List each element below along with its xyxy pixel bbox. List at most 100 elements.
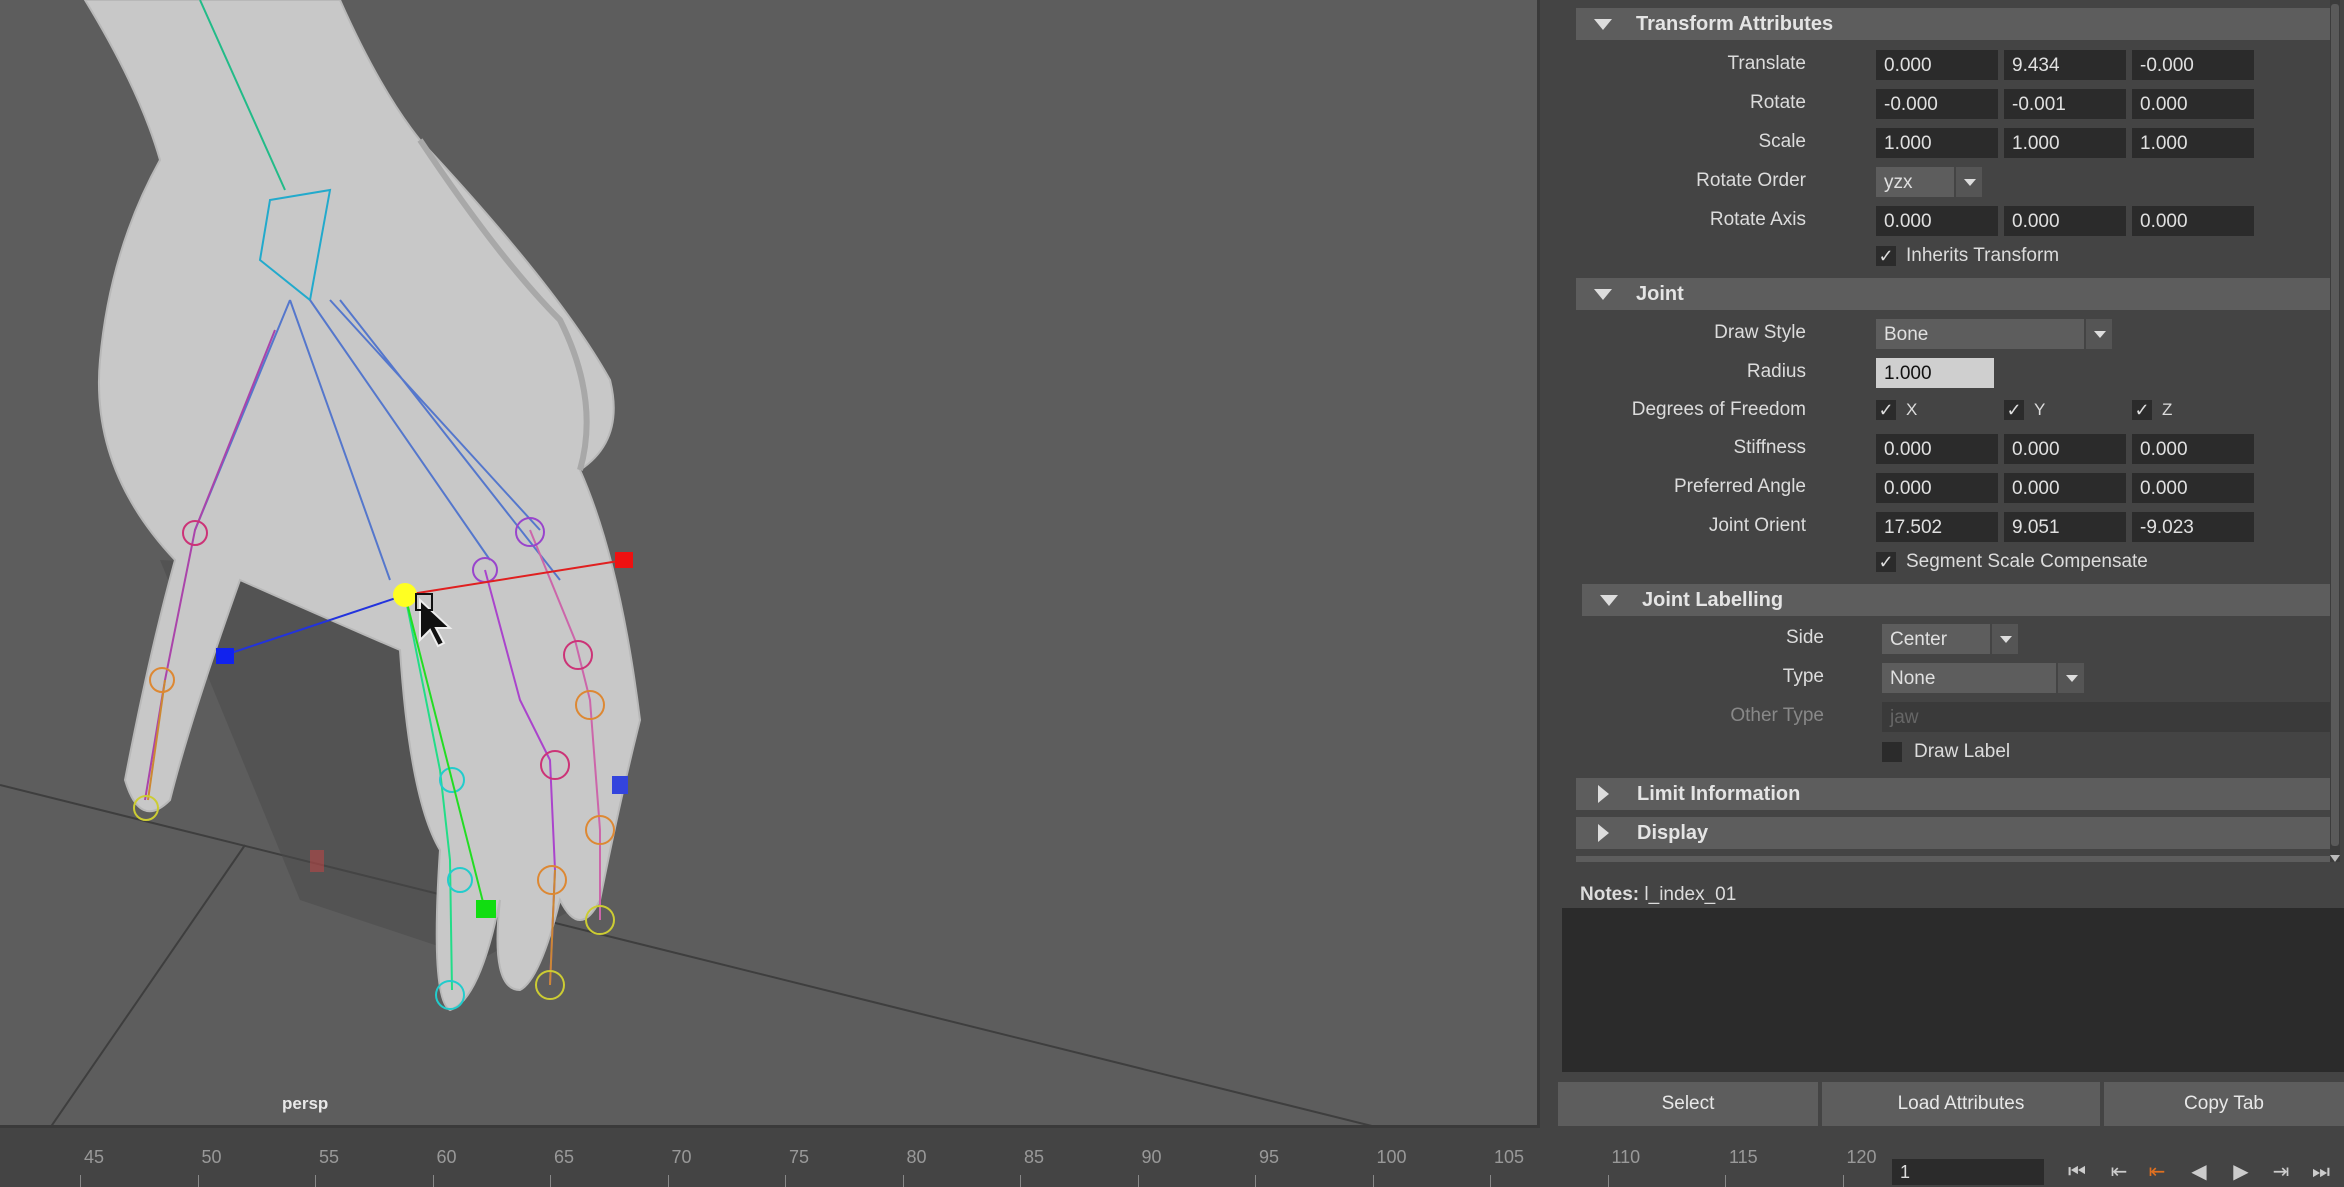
dof-y-checkbox[interactable]: ✓ <box>2004 400 2024 420</box>
step-forward-key-icon[interactable]: ⇥ <box>2266 1159 2296 1185</box>
rotate-axis-z-field[interactable]: 0.000 <box>2132 206 2254 236</box>
rotate-x-field[interactable]: -0.000 <box>1876 89 1998 119</box>
dof-z-checkbox[interactable]: ✓ <box>2132 400 2152 420</box>
radius-field[interactable]: 1.000 <box>1876 358 1994 388</box>
timeline-tick-label: 90 <box>1141 1147 1162 1167</box>
scale-y-field[interactable]: 1.000 <box>2004 128 2126 158</box>
time-slider[interactable]: 45 50 55 60 65 70 75 80 85 90 95 100 105 110 115 120 1 … <box>0 1131 2344 1187</box>
row-translate: Translate 0.000 9.434 -0.000 <box>1576 48 2332 82</box>
collapse-triangle-icon <box>1598 824 1609 842</box>
preferred-angle-z-field[interactable]: 0.000 <box>2132 473 2254 503</box>
expand-triangle-icon <box>1594 18 1612 30</box>
dof-x-checkbox[interactable]: ✓ <box>1876 400 1896 420</box>
scroll-down-icon[interactable] <box>2330 855 2340 862</box>
timeline-tick-label: 65 <box>554 1147 575 1167</box>
expand-triangle-icon <box>1600 594 1618 606</box>
timeline-tick-label: 85 <box>1024 1147 1045 1167</box>
dof-y-label: Y <box>2034 400 2046 419</box>
timeline-tick-label: 60 <box>436 1147 457 1167</box>
draw-style-value: Bone <box>1884 324 1929 345</box>
play-backwards-icon[interactable]: ◀ <box>2184 1159 2214 1185</box>
time-ruler[interactable]: 45 50 55 60 65 70 75 80 85 90 95 100 105 110 115 120 <box>0 1131 1880 1187</box>
section-limit-information[interactable]: Limit Information <box>1576 778 2332 810</box>
translate-label: Translate <box>1727 53 1807 74</box>
viewport-persp[interactable]: persp <box>0 0 1540 1128</box>
go-to-start-icon[interactable]: ⏮ <box>2062 1159 2092 1185</box>
joint-orient-y-field[interactable]: 9.051 <box>2004 512 2126 542</box>
rotate-order-dropdown[interactable]: yzx <box>1876 167 1982 197</box>
section-transform-attributes[interactable]: Transform Attributes <box>1576 8 2332 40</box>
row-rotate: Rotate -0.000 -0.001 0.000 <box>1576 87 2332 121</box>
translate-x-field[interactable]: 0.000 <box>1876 50 1998 80</box>
attribute-scroll-area[interactable]: Transform Attributes Translate 0.000 9.4… <box>1576 0 2336 862</box>
timeline-tick-label: 120 <box>1846 1147 1877 1167</box>
stiffness-y-field[interactable]: 0.000 <box>2004 434 2126 464</box>
timeline-tick <box>1725 1175 1726 1187</box>
row-type: Type None <box>1576 661 2332 695</box>
chevron-down-icon[interactable] <box>1954 167 1982 197</box>
timeline-tick <box>1020 1175 1021 1187</box>
play-forwards-icon[interactable]: ▶ <box>2226 1159 2256 1185</box>
current-frame-field[interactable]: 1 <box>1892 1159 2044 1185</box>
joint-orient-x-field[interactable]: 17.502 <box>1876 512 1998 542</box>
row-draw-label: Draw Label <box>1576 736 2332 770</box>
row-other-type: Other Type jaw <box>1576 700 2332 734</box>
select-button[interactable]: Select <box>1558 1082 1818 1126</box>
translate-z-field[interactable]: -0.000 <box>2132 50 2254 80</box>
side-dropdown[interactable]: Center <box>1882 624 2018 654</box>
timeline-tick <box>1255 1175 1256 1187</box>
draw-style-dropdown[interactable]: Bone <box>1876 319 2112 349</box>
timeline-tick-label: 45 <box>84 1147 105 1167</box>
segment-scale-compensate-checkbox[interactable]: ✓ <box>1876 552 1896 572</box>
attribute-scrollbar[interactable] <box>2330 0 2340 862</box>
rotate-axis-x-field[interactable]: 0.000 <box>1876 206 1998 236</box>
section-partial <box>1576 856 2332 862</box>
side-value: Center <box>1890 629 1948 650</box>
inherits-transform-checkbox[interactable]: ✓ <box>1876 246 1896 266</box>
chevron-down-icon[interactable] <box>2056 663 2084 693</box>
scrollbar-thumb[interactable] <box>2331 4 2339 846</box>
chevron-down-icon[interactable] <box>1990 624 2018 654</box>
rotate-z-field[interactable]: 0.000 <box>2132 89 2254 119</box>
rotate-y-field[interactable]: -0.001 <box>2004 89 2126 119</box>
scale-label: Scale <box>1758 131 1806 152</box>
rotate-order-value: yzx <box>1884 172 1913 193</box>
timeline-tick-label: 80 <box>906 1147 927 1167</box>
chevron-down-icon[interactable] <box>2084 319 2112 349</box>
rotate-order-label: Rotate Order <box>1696 170 1806 191</box>
draw-label-checkbox[interactable] <box>1882 742 1902 762</box>
notes-label: Notes: l_index_01 <box>1580 884 1736 906</box>
draw-style-label: Draw Style <box>1714 322 1806 343</box>
preferred-angle-x-field[interactable]: 0.000 <box>1876 473 1998 503</box>
step-back-key-icon[interactable]: ⇤ <box>2142 1159 2172 1185</box>
translate-y-field[interactable]: 9.434 <box>2004 50 2126 80</box>
type-label: Type <box>1782 666 1824 687</box>
stiffness-z-field[interactable]: 0.000 <box>2132 434 2254 464</box>
row-preferred-angle: Preferred Angle 0.000 0.000 0.000 <box>1576 471 2332 505</box>
timeline-tick-label: 70 <box>671 1147 692 1167</box>
copy-tab-button[interactable]: Copy Tab <box>2104 1082 2344 1126</box>
row-segment-scale-compensate: ✓ Segment Scale Compensate <box>1576 546 2332 594</box>
section-joint-labelling[interactable]: Joint Labelling <box>1582 584 2332 616</box>
section-joint[interactable]: Joint <box>1576 278 2332 310</box>
rotate-axis-y-field[interactable]: 0.000 <box>2004 206 2126 236</box>
joint-orient-z-field[interactable]: -9.023 <box>2132 512 2254 542</box>
rotate-axis-label: Rotate Axis <box>1709 209 1806 230</box>
row-rotate-order: Rotate Order yzx <box>1576 165 2332 199</box>
other-type-label: Other Type <box>1730 705 1824 726</box>
section-display[interactable]: Display <box>1576 817 2332 849</box>
stiffness-x-field[interactable]: 0.000 <box>1876 434 1998 464</box>
scale-z-field[interactable]: 1.000 <box>2132 128 2254 158</box>
preferred-angle-y-field[interactable]: 0.000 <box>2004 473 2126 503</box>
step-back-frame-icon[interactable]: ⇤ <box>2104 1159 2134 1185</box>
scale-x-field[interactable]: 1.000 <box>1876 128 1998 158</box>
stiffness-label: Stiffness <box>1733 437 1806 458</box>
timeline-tick <box>197 1175 199 1187</box>
load-attributes-button[interactable]: Load Attributes <box>1822 1082 2100 1126</box>
timeline-tick <box>1842 1175 1844 1187</box>
scene-render <box>0 0 1373 1125</box>
go-to-end-icon[interactable]: ⏭ <box>2306 1159 2336 1185</box>
timeline-tick-label: 115 <box>1729 1147 1758 1167</box>
notes-textarea[interactable] <box>1562 908 2344 1072</box>
type-dropdown[interactable]: None <box>1882 663 2084 693</box>
